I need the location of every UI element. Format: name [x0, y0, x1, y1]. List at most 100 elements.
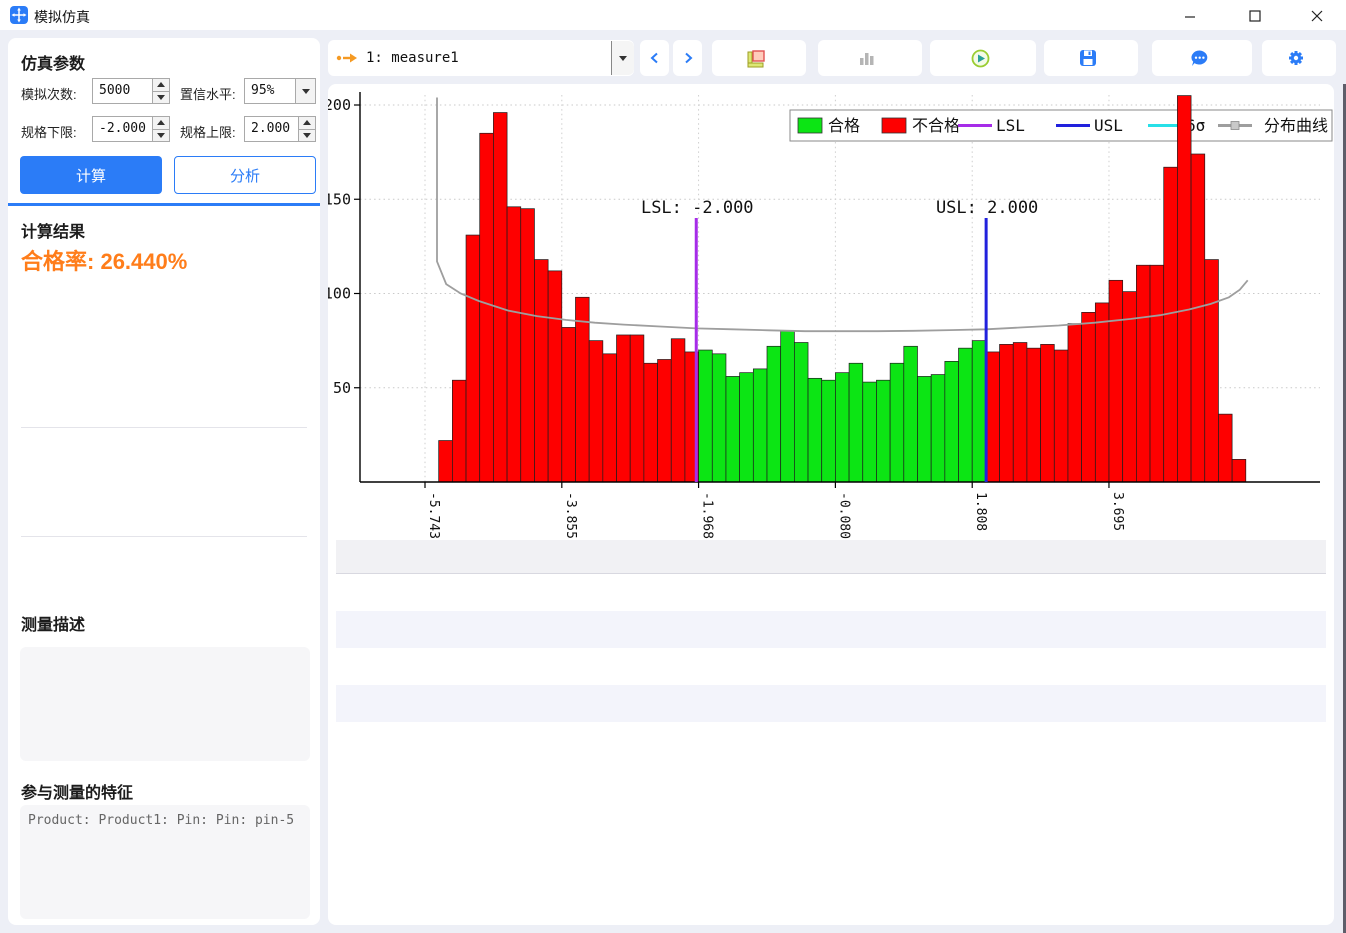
- histogram-bar: [480, 133, 494, 482]
- window-title: 模拟仿真: [34, 7, 90, 27]
- histogram-bar: [1041, 344, 1055, 482]
- histogram-bar: [671, 339, 685, 482]
- pass-rate-value: 26.440%: [100, 249, 187, 274]
- analyze-button[interactable]: 分析: [174, 156, 316, 194]
- chevron-down-icon[interactable]: [611, 41, 634, 75]
- sim-count-value[interactable]: 5000: [93, 79, 152, 103]
- prev-button[interactable]: [640, 40, 669, 76]
- histogram-bar: [740, 373, 754, 482]
- histogram-bar: [917, 376, 931, 482]
- histogram-bar: [1082, 312, 1096, 482]
- histogram-bar: [767, 346, 781, 482]
- spin-up-icon[interactable]: [299, 117, 315, 129]
- toolbar-button-play[interactable]: [930, 40, 1036, 76]
- x-tick-label: -5.743: [426, 492, 441, 539]
- histogram-bar: [644, 363, 658, 482]
- divider: [21, 427, 307, 428]
- section-title-features: 参与测量的特征: [21, 779, 133, 803]
- histogram-bar: [617, 335, 631, 482]
- histogram-bar: [712, 354, 726, 482]
- histogram-bar: [452, 380, 466, 482]
- close-button[interactable]: [1300, 4, 1334, 28]
- lsl-field-label: 规格下限:: [21, 122, 77, 141]
- histogram-bar: [904, 346, 918, 482]
- lsl-value[interactable]: -2.000: [93, 117, 152, 141]
- pass-rate: 合格率: 26.440%: [21, 244, 187, 276]
- table-row[interactable]: [336, 611, 1326, 648]
- table-row[interactable]: [336, 574, 1326, 611]
- measure-description-box[interactable]: [20, 647, 310, 761]
- table-row[interactable]: [336, 722, 1326, 759]
- maximize-button[interactable]: [1238, 4, 1272, 28]
- histogram-bar: [699, 350, 713, 482]
- histogram-bar: [849, 363, 863, 482]
- legend-label: 分布曲线: [1264, 116, 1328, 135]
- usl-field-label: 规格上限:: [180, 122, 236, 141]
- histogram-bar: [863, 382, 877, 482]
- measure-selector-value[interactable]: 1: measure1: [358, 50, 611, 66]
- x-tick-label: 3.695: [1110, 492, 1125, 531]
- confidence-select[interactable]: 95%: [244, 78, 316, 104]
- histogram-bar: [835, 373, 849, 482]
- measure-description-text: [20, 647, 310, 663]
- legend-label: 不合格: [912, 116, 960, 135]
- histogram-bar: [822, 380, 836, 482]
- table-row[interactable]: [336, 685, 1326, 722]
- measure-selector[interactable]: 1: measure1: [328, 40, 634, 76]
- histogram-bar: [1054, 350, 1068, 482]
- legend-swatch: [882, 118, 906, 133]
- save-icon: [1079, 49, 1097, 67]
- divider: [21, 536, 307, 537]
- histogram-bar: [1205, 260, 1219, 482]
- table-header-row: [336, 540, 1326, 574]
- toolbar-button-gear[interactable]: [1262, 40, 1336, 76]
- histogram-bar: [1218, 414, 1232, 482]
- toolbar-button-bars: [818, 40, 922, 76]
- histogram-bar: [589, 341, 603, 482]
- measured-features-box[interactable]: Product: Product1: Pin: Pin: pin-5: [20, 805, 310, 919]
- confidence-value[interactable]: 95%: [245, 79, 295, 103]
- minimize-button[interactable]: [1173, 4, 1207, 28]
- spin-down-icon[interactable]: [153, 91, 169, 104]
- usl-value[interactable]: 2.000: [245, 117, 298, 141]
- histogram-bar: [794, 343, 808, 482]
- toolbar-button-info[interactable]: [1152, 40, 1252, 76]
- spin-down-icon[interactable]: [299, 129, 315, 142]
- measure-info-icon: [747, 49, 766, 68]
- y-tick-label: 150: [328, 190, 351, 208]
- toolbar-button-measure-info[interactable]: [712, 40, 806, 76]
- section-title-description: 测量描述: [21, 611, 85, 635]
- x-tick-label: -0.080: [836, 492, 851, 539]
- histogram-bar: [1164, 167, 1178, 482]
- histogram-bar: [890, 363, 904, 482]
- histogram-chart: 合格不合格LSLUSL6σ分布曲线 50 100 150 200 -5.743 …: [328, 84, 1334, 539]
- usl-stepper[interactable]: 2.000: [244, 116, 316, 142]
- sim-count-stepper[interactable]: 5000: [92, 78, 170, 104]
- histogram-bar: [548, 271, 562, 482]
- calculate-button[interactable]: 计算: [20, 156, 162, 194]
- spin-up-icon[interactable]: [153, 79, 169, 91]
- histogram-bar: [1177, 96, 1191, 482]
- histogram-bar: [1136, 265, 1150, 482]
- histogram-bar: [521, 209, 535, 482]
- table-row[interactable]: [336, 648, 1326, 685]
- chevron-down-icon[interactable]: [295, 79, 315, 103]
- histogram-bar: [1150, 265, 1164, 482]
- histogram-bar: [986, 352, 1000, 482]
- histogram-bar: [876, 380, 890, 482]
- histogram-bar: [507, 207, 521, 482]
- histogram-bar: [959, 348, 973, 482]
- spin-down-icon[interactable]: [153, 129, 169, 142]
- y-tick-label: 200: [328, 96, 351, 114]
- confidence-label: 置信水平:: [180, 84, 236, 103]
- histogram-bar: [1109, 280, 1123, 482]
- spin-up-icon[interactable]: [153, 117, 169, 129]
- toolbar-button-save[interactable]: [1044, 40, 1138, 76]
- next-button[interactable]: [673, 40, 702, 76]
- histogram-bar: [1191, 154, 1205, 482]
- lsl-stepper[interactable]: -2.000: [92, 116, 170, 142]
- histogram-bar: [630, 335, 644, 482]
- chat-info-icon: [1190, 49, 1209, 68]
- table-body: [336, 574, 1326, 759]
- histogram-bar: [1232, 459, 1246, 482]
